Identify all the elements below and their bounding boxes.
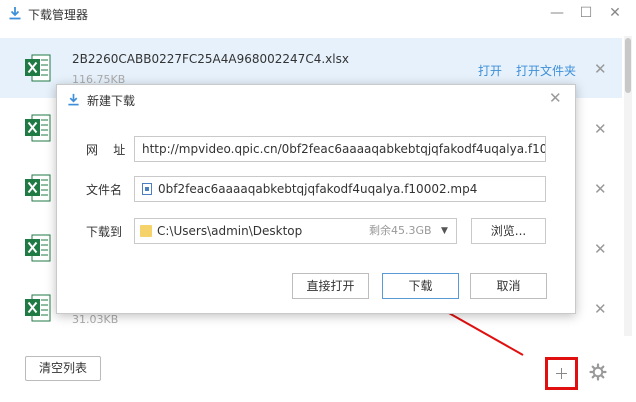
open-folder-link[interactable]: 打开文件夹 <box>516 62 576 79</box>
chevron-down-icon: ▼ <box>441 226 448 236</box>
dialog-close-button[interactable]: ✕ <box>549 89 562 107</box>
folder-icon <box>140 225 152 237</box>
title-bar: 下载管理器 — ☐ ✕ <box>0 0 636 28</box>
download-icon <box>68 93 79 106</box>
download-icon <box>9 7 21 20</box>
window-title: 下载管理器 <box>28 8 89 22</box>
remove-download-button[interactable]: ✕ <box>594 120 607 138</box>
remove-download-button[interactable]: ✕ <box>594 300 607 318</box>
open-link[interactable]: 打开 <box>478 62 502 79</box>
open-directly-button[interactable]: 直接打开 <box>292 273 369 299</box>
close-button[interactable]: ✕ <box>604 4 626 22</box>
dialog-title: 新建下载 <box>87 94 136 108</box>
download-button[interactable]: 下载 <box>382 273 459 299</box>
excel-file-icon <box>25 174 51 202</box>
new-download-dialog: 新建下载 ✕ 网 址 http://mpvideo.qpic.cn/0bf2fe… <box>56 84 576 314</box>
video-file-icon <box>142 183 152 195</box>
cancel-button[interactable]: 取消 <box>470 273 547 299</box>
gear-icon[interactable] <box>589 363 607 381</box>
saveto-path: C:\Users\admin\Desktop <box>157 224 303 238</box>
excel-file-icon <box>25 234 51 262</box>
scrollbar[interactable] <box>624 36 632 336</box>
filename-field[interactable]: 0bf2feac6aaaaqabkebtqjqfakodf4uqalya.f10… <box>134 176 546 202</box>
free-space: 剩余45.3GB <box>369 224 432 237</box>
url-field[interactable]: http://mpvideo.qpic.cn/0bf2feac6aaaaqabk… <box>134 136 546 162</box>
clear-list-button[interactable]: 清空列表 <box>25 356 101 381</box>
saveto-label: 下载到 <box>86 225 123 239</box>
remove-download-button[interactable]: ✕ <box>594 180 607 198</box>
excel-file-icon <box>25 114 51 142</box>
url-label: 网 址 <box>86 143 126 157</box>
scrollbar-thumb[interactable] <box>625 38 631 93</box>
excel-file-icon <box>25 294 51 322</box>
filename-label: 文件名 <box>86 183 123 197</box>
minimize-button[interactable]: — <box>546 4 568 22</box>
remove-download-button[interactable]: ✕ <box>594 60 607 78</box>
file-size: 31.03KB <box>72 313 119 326</box>
remove-download-button[interactable]: ✕ <box>594 240 607 258</box>
browse-button[interactable]: 浏览... <box>471 218 546 244</box>
excel-file-icon <box>25 54 51 82</box>
maximize-button[interactable]: ☐ <box>575 4 597 22</box>
file-name: 2B2260CABB0227FC25A4A968002247C4.xlsx <box>72 52 349 66</box>
add-download-button[interactable] <box>545 357 578 390</box>
saveto-dropdown[interactable]: C:\Users\admin\Desktop 剩余45.3GB ▼ <box>134 218 457 244</box>
filename-value: 0bf2feac6aaaaqabkebtqjqfakodf4uqalya.f10… <box>158 182 478 196</box>
